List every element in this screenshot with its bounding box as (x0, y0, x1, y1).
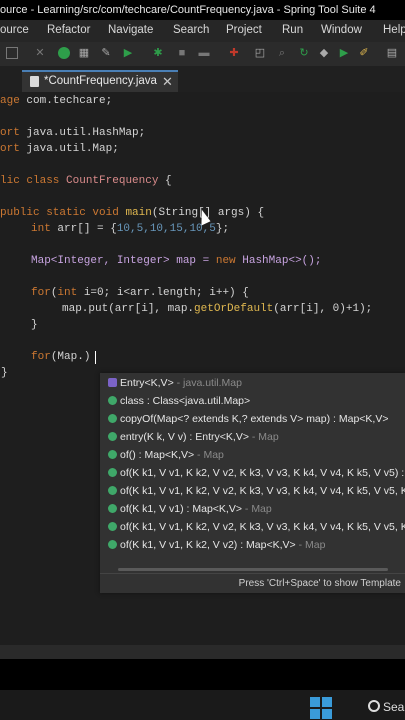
method-icon (108, 450, 117, 459)
relaunch-icon[interactable]: ✚ (228, 47, 240, 59)
field-icon (108, 396, 117, 405)
skip-breakpoints-icon[interactable]: ✕ (34, 47, 46, 59)
popup-scrollbar[interactable] (118, 568, 388, 571)
debug-icon[interactable]: ✱ (152, 47, 164, 59)
run-icon[interactable]: ▶ (122, 47, 134, 59)
autocomplete-item[interactable]: of(K k1, V v1, K k2, V v2) : Map<K,V> - … (100, 536, 405, 554)
autocomplete-item[interactable]: Entry<K,V> - java.util.Map (100, 374, 405, 392)
method-icon (108, 540, 117, 549)
menu-navigate[interactable]: Navigate (108, 24, 153, 36)
taskbar (0, 690, 405, 720)
window-title-bar: ource - Learning/src/com/techcare/CountF… (0, 0, 405, 20)
method-icon (108, 468, 117, 477)
autocomplete-item[interactable]: of(K k1, V v1, K k2, V v2, K k3, V v3, K… (100, 464, 405, 482)
open-task-icon[interactable]: ◰ (254, 47, 266, 59)
code-line: ort java.util.HashMap; (0, 127, 146, 139)
terminal-icon[interactable] (6, 47, 18, 59)
menu-run[interactable]: Run (282, 24, 303, 36)
autocomplete-item[interactable]: entry(K k, V v) : Entry<K,V> - Map (100, 428, 405, 446)
code-line: ort java.util.Map; (0, 143, 119, 155)
menu-source[interactable]: ource (0, 24, 29, 36)
popup-status: Press 'Ctrl+Space' to show Template (100, 573, 405, 593)
close-icon[interactable]: ✕ (162, 74, 173, 90)
autocomplete-item[interactable]: class : Class<java.util.Map> (100, 392, 405, 410)
code-line: for(int i=0; i<arr.length; i++) { (31, 287, 249, 299)
editor-tab-strip: *CountFrequency.java ✕ (0, 66, 405, 92)
disconnect-icon[interactable]: ▬ (198, 47, 210, 59)
highlight-icon[interactable]: ✐ (358, 47, 370, 59)
search-tool-icon[interactable]: ⌕ (276, 47, 288, 59)
autocomplete-item[interactable]: of(K k1, V v1, K k2, V v2, K k3, V v3, K… (100, 482, 405, 500)
search-icon[interactable] (368, 700, 380, 712)
autocomplete-item[interactable]: of() : Map<K,V> - Map (100, 446, 405, 464)
menu-project[interactable]: Project (226, 24, 262, 36)
tab-label: *CountFrequency.java (44, 75, 157, 87)
autocomplete-item[interactable]: of(K k1, V v1, K k2, V v2, K k3, V v3, K… (100, 518, 405, 536)
perspective-icon[interactable]: ▤ (386, 47, 398, 59)
status-bar (0, 645, 405, 659)
open-type-icon[interactable]: ▦ (78, 47, 90, 59)
new-icon[interactable]: ✎ (100, 47, 112, 59)
screen-gap (0, 659, 405, 690)
tab-countfrequency[interactable]: *CountFrequency.java ✕ (22, 70, 178, 92)
menu-window[interactable]: Window (321, 24, 362, 36)
external-tools-icon[interactable]: ▶ (338, 47, 350, 59)
code-line: age com.techcare; (0, 95, 113, 107)
method-icon (108, 504, 117, 513)
text-cursor (95, 351, 96, 364)
code-line: public static void main(String[] args) { (0, 207, 265, 219)
taskbar-search-label[interactable]: Sear (383, 700, 405, 714)
refresh-icon[interactable]: ↻ (298, 47, 310, 59)
autocomplete-item[interactable]: of(K k1, V v1) : Map<K,V> - Map (100, 500, 405, 518)
window-title: ource - Learning/src/com/techcare/CountF… (0, 4, 376, 16)
stop-icon[interactable]: ■ (176, 47, 188, 59)
autocomplete-item[interactable]: copyOf(Map<? extends K,? extends V> map)… (100, 410, 405, 428)
windows-start-icon[interactable] (310, 697, 332, 719)
code-line: Map<Integer, Integer> map = new HashMap<… (31, 255, 322, 267)
method-icon (108, 432, 117, 441)
menu-help[interactable]: Help (383, 24, 405, 36)
method-icon (108, 486, 117, 495)
menu-refactor[interactable]: Refactor (47, 24, 90, 36)
code-line: int arr[] = {10,5,10,15,10,5}; (31, 223, 230, 235)
method-icon (108, 522, 117, 531)
code-line: for(Map.) (31, 351, 91, 363)
toolbar: ✕ ▦ ✎ ▶ ✱ ■ ▬ ✚ ◰ ⌕ ↻ ◆ ▶ ✐ ▤ (0, 42, 405, 66)
menu-bar: ource Refactor Navigate Search Project R… (0, 20, 405, 42)
menu-search[interactable]: Search (173, 24, 209, 36)
autocomplete-popup: Entry<K,V> - java.util.Map class : Class… (100, 373, 405, 593)
type-icon (108, 378, 117, 387)
code-line: map.put(arr[i], map.getOrDefault(arr[i],… (62, 303, 373, 315)
start-server-icon[interactable] (58, 47, 70, 59)
build-icon[interactable]: ◆ (318, 47, 330, 59)
code-line: lic class CountFrequency { (0, 175, 172, 187)
java-file-icon (30, 76, 39, 87)
code-line: } (31, 319, 38, 331)
method-icon (108, 414, 117, 423)
code-line: } (1, 367, 8, 379)
